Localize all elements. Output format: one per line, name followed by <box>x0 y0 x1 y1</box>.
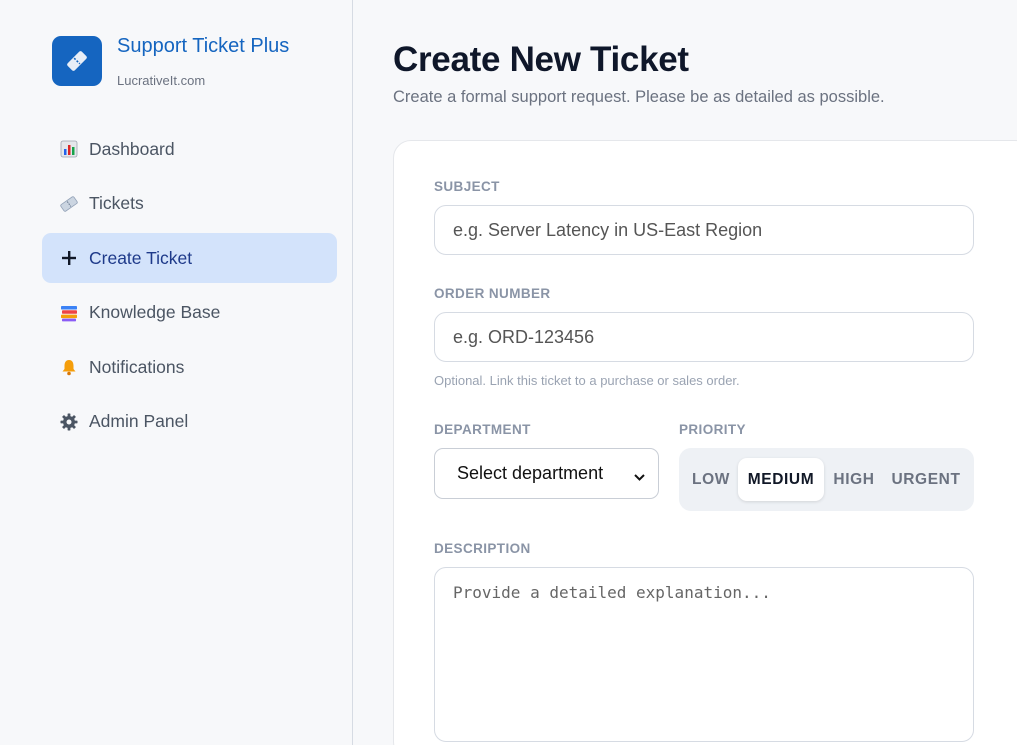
sidebar-item-label: Tickets <box>89 193 144 214</box>
sidebar-item-label: Admin Panel <box>89 411 189 432</box>
sidebar-item-tickets[interactable]: Tickets <box>42 179 337 229</box>
order-number-input[interactable]: e.g. ORD-123456 <box>434 312 974 362</box>
sidebar-item-label: Create Ticket <box>89 247 193 268</box>
order-number-hint: Optional. Link this ticket to a purchase… <box>434 373 740 388</box>
description-placeholder: Provide a detailed explanation... <box>453 583 771 602</box>
books-icon <box>59 303 79 323</box>
brand: Support Ticket Plus LucrativeIt.com <box>52 35 289 88</box>
priority-option-high[interactable]: HIGH <box>824 458 884 501</box>
sidebar: Support Ticket Plus LucrativeIt.com Dash… <box>0 0 353 745</box>
ticket-icon <box>59 194 79 214</box>
sidebar-item-label: Notifications <box>89 356 185 377</box>
priority-option-urgent[interactable]: URGENT <box>884 458 968 501</box>
gear-icon <box>59 412 79 432</box>
subject-placeholder: e.g. Server Latency in US-East Region <box>453 219 763 240</box>
department-select[interactable]: Select department <box>434 448 659 499</box>
subject-input[interactable]: e.g. Server Latency in US-East Region <box>434 205 974 255</box>
ticket-icon <box>52 36 102 86</box>
bar-chart-icon <box>59 139 79 159</box>
priority-option-low[interactable]: LOW <box>684 458 738 501</box>
sidebar-item-label: Dashboard <box>89 138 175 159</box>
subject-label: SUBJECT <box>434 179 500 194</box>
department-selected-value: Select department <box>457 463 604 483</box>
brand-title: Support Ticket Plus <box>117 35 290 57</box>
sidebar-item-label: Knowledge Base <box>89 302 221 323</box>
plus-icon <box>59 248 79 268</box>
ticket-form-card: SUBJECT e.g. Server Latency in US-East R… <box>393 140 1017 745</box>
sidebar-item-create-ticket[interactable]: Create Ticket <box>42 233 337 284</box>
sidebar-item-admin-panel[interactable]: Admin Panel <box>42 397 337 447</box>
order-number-placeholder: e.g. ORD-123456 <box>453 326 595 347</box>
sidebar-item-knowledge-base[interactable]: Knowledge Base <box>42 288 337 338</box>
sidebar-item-notifications[interactable]: Notifications <box>42 342 337 392</box>
bell-icon <box>59 357 79 377</box>
chevron-down-icon <box>633 468 646 489</box>
page-subtitle: Create a formal support request. Please … <box>393 88 885 106</box>
sidebar-item-dashboard[interactable]: Dashboard <box>42 124 337 174</box>
page-title: Create New Ticket <box>393 40 689 79</box>
description-textarea[interactable]: Provide a detailed explanation... <box>434 567 974 742</box>
order-number-label: ORDER NUMBER <box>434 286 551 301</box>
brand-subtitle: LucrativeIt.com <box>117 73 206 88</box>
sidebar-nav: Dashboard Tickets Create Ticket Knowledg… <box>42 124 337 452</box>
department-label: DEPARTMENT <box>434 422 531 437</box>
priority-label: PRIORITY <box>679 422 746 437</box>
main-content: Create New Ticket Create a formal suppor… <box>354 0 1017 745</box>
priority-option-medium[interactable]: MEDIUM <box>738 458 824 501</box>
priority-toggle-group: LOW MEDIUM HIGH URGENT <box>679 448 974 511</box>
description-label: DESCRIPTION <box>434 541 531 556</box>
